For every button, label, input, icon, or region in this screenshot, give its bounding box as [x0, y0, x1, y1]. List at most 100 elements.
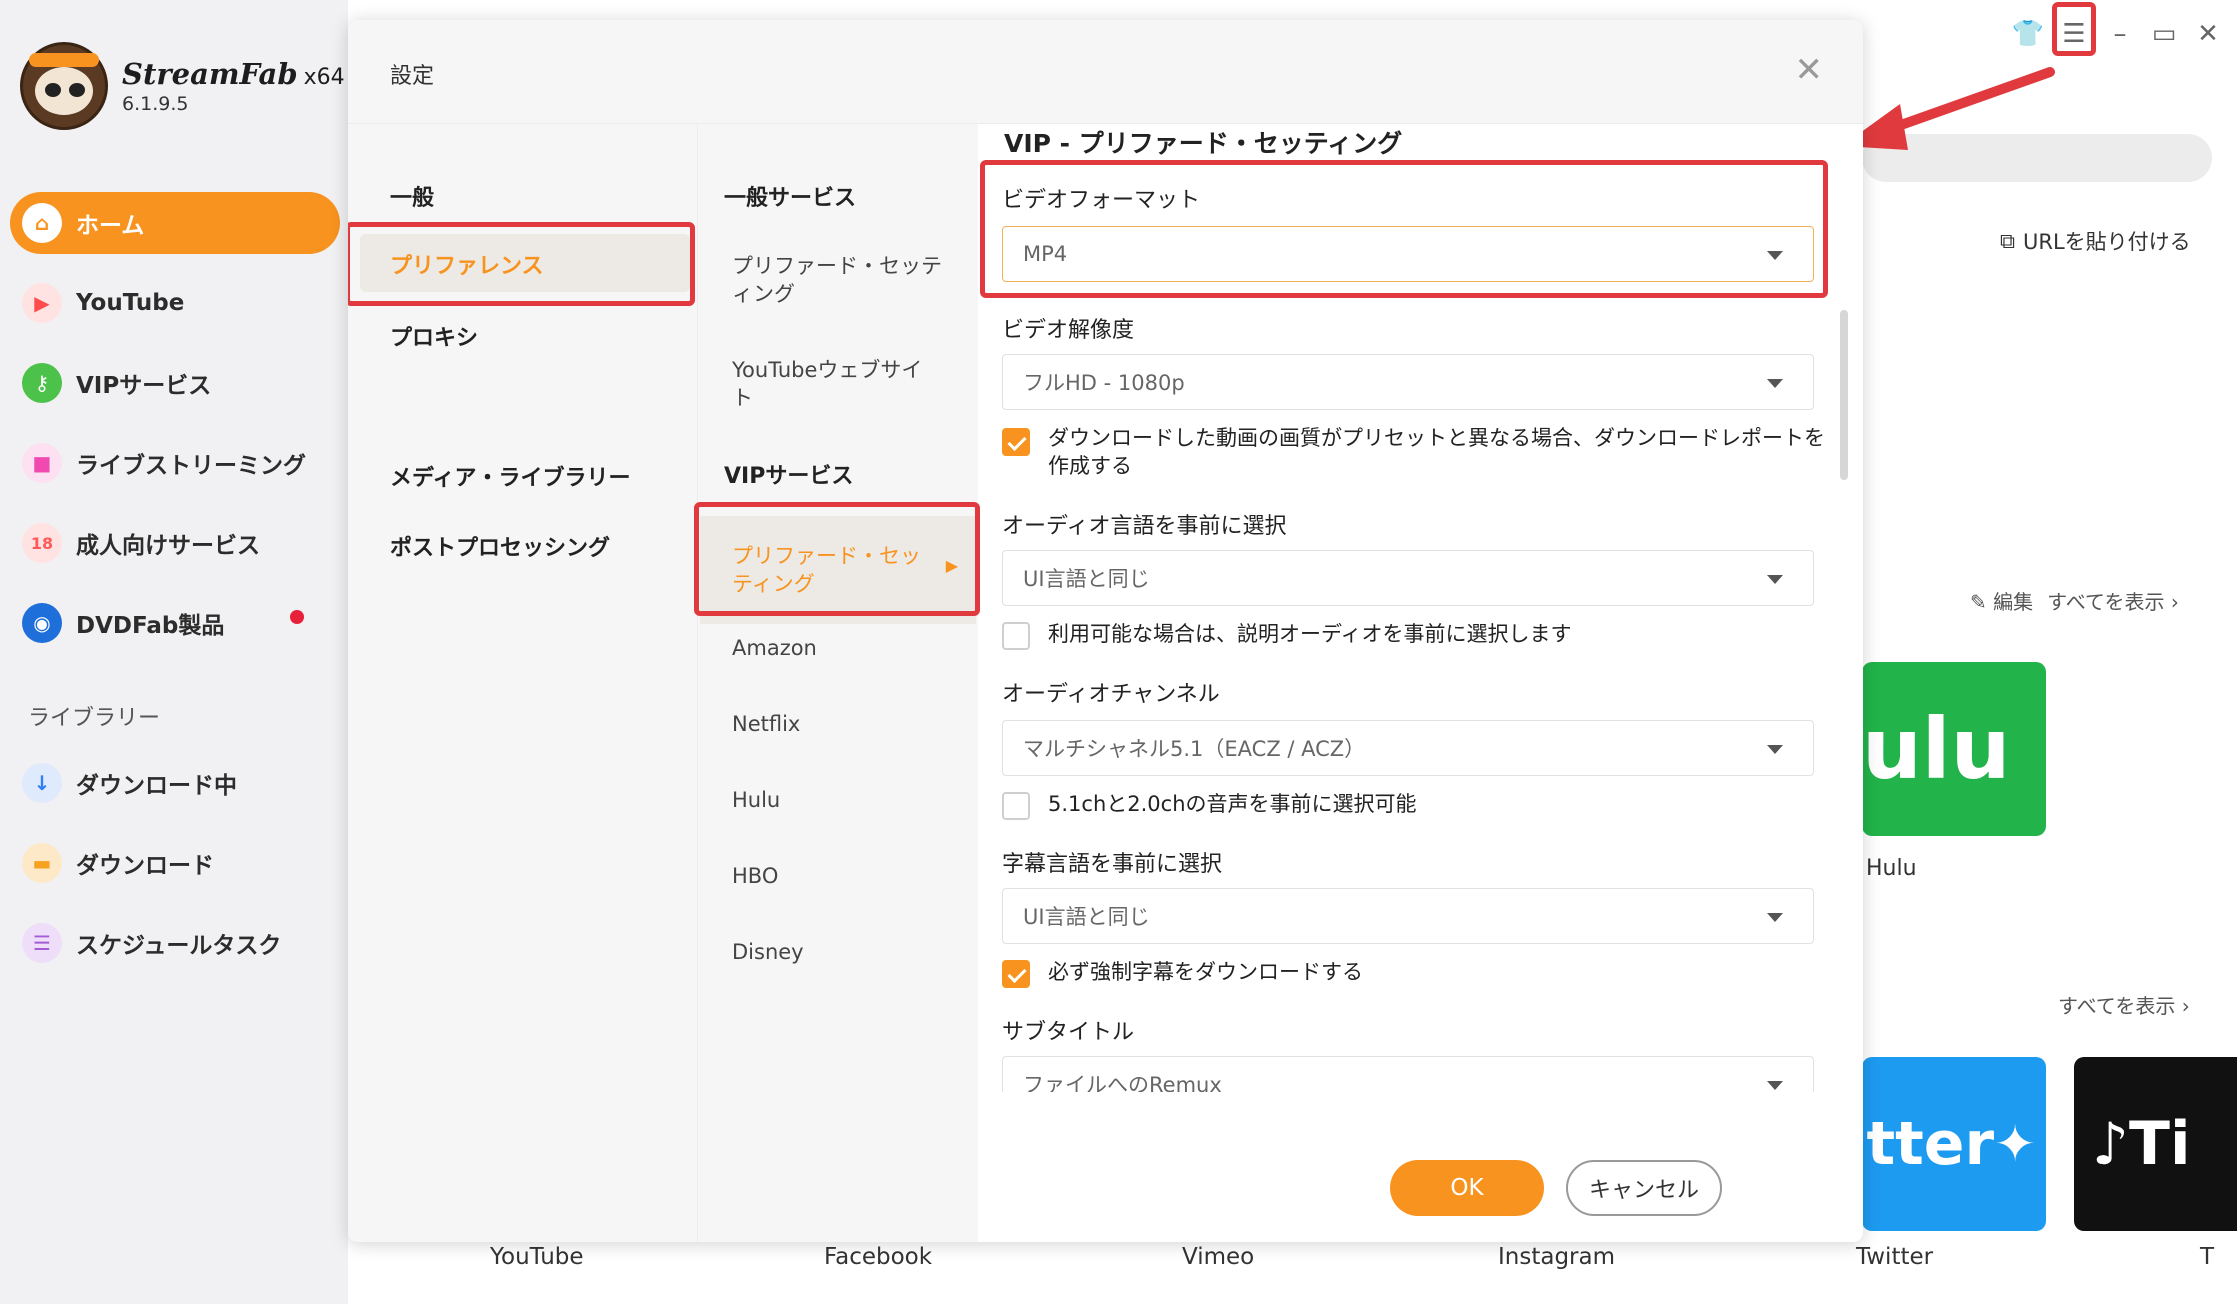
sloth-logo-icon	[20, 42, 108, 130]
hulu-tile[interactable]: ulu	[1862, 662, 2046, 836]
report-checkbox-label: ダウンロードした動画の画質がプリセットと異なる場合、ダウンロードレポートを作成す…	[1048, 426, 1825, 478]
nav-item-schedule[interactable]: ☰ スケジュールタスク	[10, 912, 340, 974]
nav-label: YouTube	[76, 290, 185, 316]
dialog-title: 設定	[390, 64, 435, 89]
maximize-button[interactable]: ▭	[2144, 12, 2184, 56]
hulu-tile-label: Hulu	[1866, 856, 1917, 881]
nav-label: ダウンロード	[76, 853, 214, 879]
subcategory-hbo[interactable]: HBO	[732, 862, 942, 890]
notification-dot	[290, 610, 304, 624]
audio-channel-value: マルチシャネル5.1（EACZ / ACZ）	[1023, 737, 1366, 761]
app-logo: StreamFab x64 6.1.9.5	[20, 42, 345, 130]
camera-icon: ■	[22, 443, 62, 483]
service-label: Instagram	[1498, 1244, 1616, 1270]
minimize-icon: –	[2113, 19, 2127, 49]
section-actions: ✎ 編集 すべてを表示 ›	[1970, 586, 2179, 615]
content-title: VIP - プリファード・セッティング	[1004, 129, 1403, 158]
nav-item-live[interactable]: ■ ライブストリーミング	[10, 432, 340, 494]
channel-checkbox-label: 5.1chと2.0chの音声を事前に選択可能	[1048, 792, 1417, 816]
subcategory-general-service: 一般サービス	[724, 186, 857, 211]
nav-item-downloading[interactable]: ↓ ダウンロード中	[10, 752, 340, 814]
skin-button[interactable]: 👕	[2008, 12, 2048, 56]
chevron-right-icon: ›	[2181, 994, 2190, 1018]
audio-channel-select[interactable]: マルチシャネル5.1（EACZ / ACZ）	[1002, 720, 1814, 776]
show-all-button[interactable]: すべてを表示 ›	[2047, 586, 2179, 615]
preference-highlight-box	[348, 222, 695, 306]
tiktok-tile[interactable]: ♪ Ti	[2074, 1057, 2237, 1231]
hulu-logo-text: ulu	[1862, 700, 2011, 798]
subcategory-netflix[interactable]: Netflix	[732, 710, 942, 738]
show-all-button-2[interactable]: すべてを表示 ›	[2058, 990, 2190, 1019]
category-media-library[interactable]: メディア・ライブラリー	[390, 460, 630, 492]
twitter-logo-text: tter	[1866, 1109, 1995, 1179]
twitter-bird-icon: ✦	[1994, 1115, 2036, 1173]
paste-url-label: URLを貼り付ける	[2023, 230, 2191, 254]
resolution-value: フルHD - 1080p	[1023, 371, 1185, 395]
minimize-button[interactable]: –	[2100, 12, 2140, 56]
twitter-tile[interactable]: tter ✦	[1862, 1057, 2046, 1231]
dvdfab-icon: ◉	[22, 603, 62, 643]
subtitle-language-select[interactable]: UI言語と同じ	[1002, 888, 1814, 944]
nav-item-vip[interactable]: ⚷ VIPサービス	[10, 352, 340, 414]
vip-preferred-highlight-box	[694, 502, 980, 616]
subcategory-disney[interactable]: Disney	[732, 938, 942, 966]
service-label: Facebook	[824, 1244, 933, 1270]
subtitle-language-value: UI言語と同じ	[1023, 905, 1150, 929]
download-arrow-icon: ↓	[22, 763, 62, 803]
menu-highlight-box	[2052, 2, 2096, 56]
resolution-select[interactable]: フルHD - 1080p	[1002, 354, 1814, 410]
nav-label: ホーム	[76, 213, 145, 239]
ok-button[interactable]: OK	[1390, 1160, 1544, 1216]
nav-label: ライブストリーミング	[76, 453, 306, 479]
subcategory-amazon[interactable]: Amazon	[732, 634, 942, 662]
category-proxy[interactable]: プロキシ	[390, 320, 478, 352]
subcategory-youtube-website[interactable]: YouTubeウェブサイト	[732, 356, 942, 412]
tiktok-note-icon: ♪	[2092, 1110, 2130, 1178]
nav-label: スケジュールタスク	[76, 933, 282, 959]
audio-language-value: UI言語と同じ	[1023, 567, 1150, 591]
close-window-button[interactable]: ✕	[2188, 12, 2228, 56]
nav-item-youtube[interactable]: ▶ YouTube	[10, 272, 340, 334]
chevron-right-icon: ›	[2170, 590, 2179, 614]
close-icon: ✕	[1794, 50, 1824, 90]
resolution-label: ビデオ解像度	[1002, 318, 1135, 343]
dialog-header: 設定 ✕	[348, 20, 1863, 124]
nav-item-dvdfab[interactable]: ◉ DVDFab製品	[10, 592, 340, 654]
subcategory-hulu[interactable]: Hulu	[732, 786, 942, 814]
audio-language-select[interactable]: UI言語と同じ	[1002, 550, 1814, 606]
brand-arch: x64	[303, 65, 345, 90]
cancel-button[interactable]: キャンセル	[1566, 1160, 1722, 1216]
channel-checkbox[interactable]	[1002, 792, 1030, 820]
nav-label: VIPサービス	[76, 373, 212, 399]
desc-audio-checkbox[interactable]	[1002, 622, 1030, 650]
youtube-icon: ▶	[22, 283, 62, 323]
maximize-icon: ▭	[2151, 19, 2177, 49]
adult-icon: 18	[22, 523, 62, 563]
pencil-icon: ✎	[1970, 590, 1994, 614]
subcategory-preferred-setting[interactable]: プリファード・セッティング	[732, 252, 942, 308]
edit-label: 編集	[1993, 590, 2034, 614]
paste-url-button[interactable]: ⧉ URLを貼り付ける	[2000, 226, 2191, 256]
app-sidebar: StreamFab x64 6.1.9.5 ⌂ ホーム ▶ YouTube ⚷ V…	[0, 0, 348, 1304]
folder-icon: ▬	[22, 843, 62, 883]
nav-item-downloaded[interactable]: ▬ ダウンロード	[10, 832, 340, 894]
category-post-processing[interactable]: ポストプロセッシング	[390, 530, 610, 562]
dialog-close-button[interactable]: ✕	[1795, 50, 1824, 90]
edit-button[interactable]: ✎ 編集	[1970, 586, 2033, 615]
brand-name: StreamFab	[122, 57, 298, 91]
tiktok-logo-text: Ti	[2129, 1109, 2191, 1179]
forced-subtitle-checkbox[interactable]	[1002, 960, 1030, 988]
main-nav: ⌂ ホーム ▶ YouTube ⚷ VIPサービス ■ ライブストリーミング 1…	[10, 192, 340, 672]
nav-item-adult[interactable]: 18 成人向けサービス	[10, 512, 340, 574]
settings-dialog: 設定 ✕ 一般 プリファレンス プロキシ メディア・ライブラリー ポストプロセッ…	[348, 20, 1863, 1242]
show-all-label: すべてを表示	[2047, 590, 2165, 614]
schedule-icon: ☰	[22, 923, 62, 963]
close-icon: ✕	[2197, 19, 2219, 49]
nav-item-home[interactable]: ⌂ ホーム	[10, 192, 340, 254]
category-general[interactable]: 一般	[390, 180, 434, 212]
service-label: Twitter	[1856, 1244, 1934, 1270]
forced-subtitle-checkbox-label: 必ず強制字幕をダウンロードする	[1048, 960, 1363, 984]
content-scrollbar[interactable]	[1840, 310, 1848, 480]
report-checkbox[interactable]	[1002, 428, 1030, 456]
key-icon: ⚷	[22, 363, 62, 403]
